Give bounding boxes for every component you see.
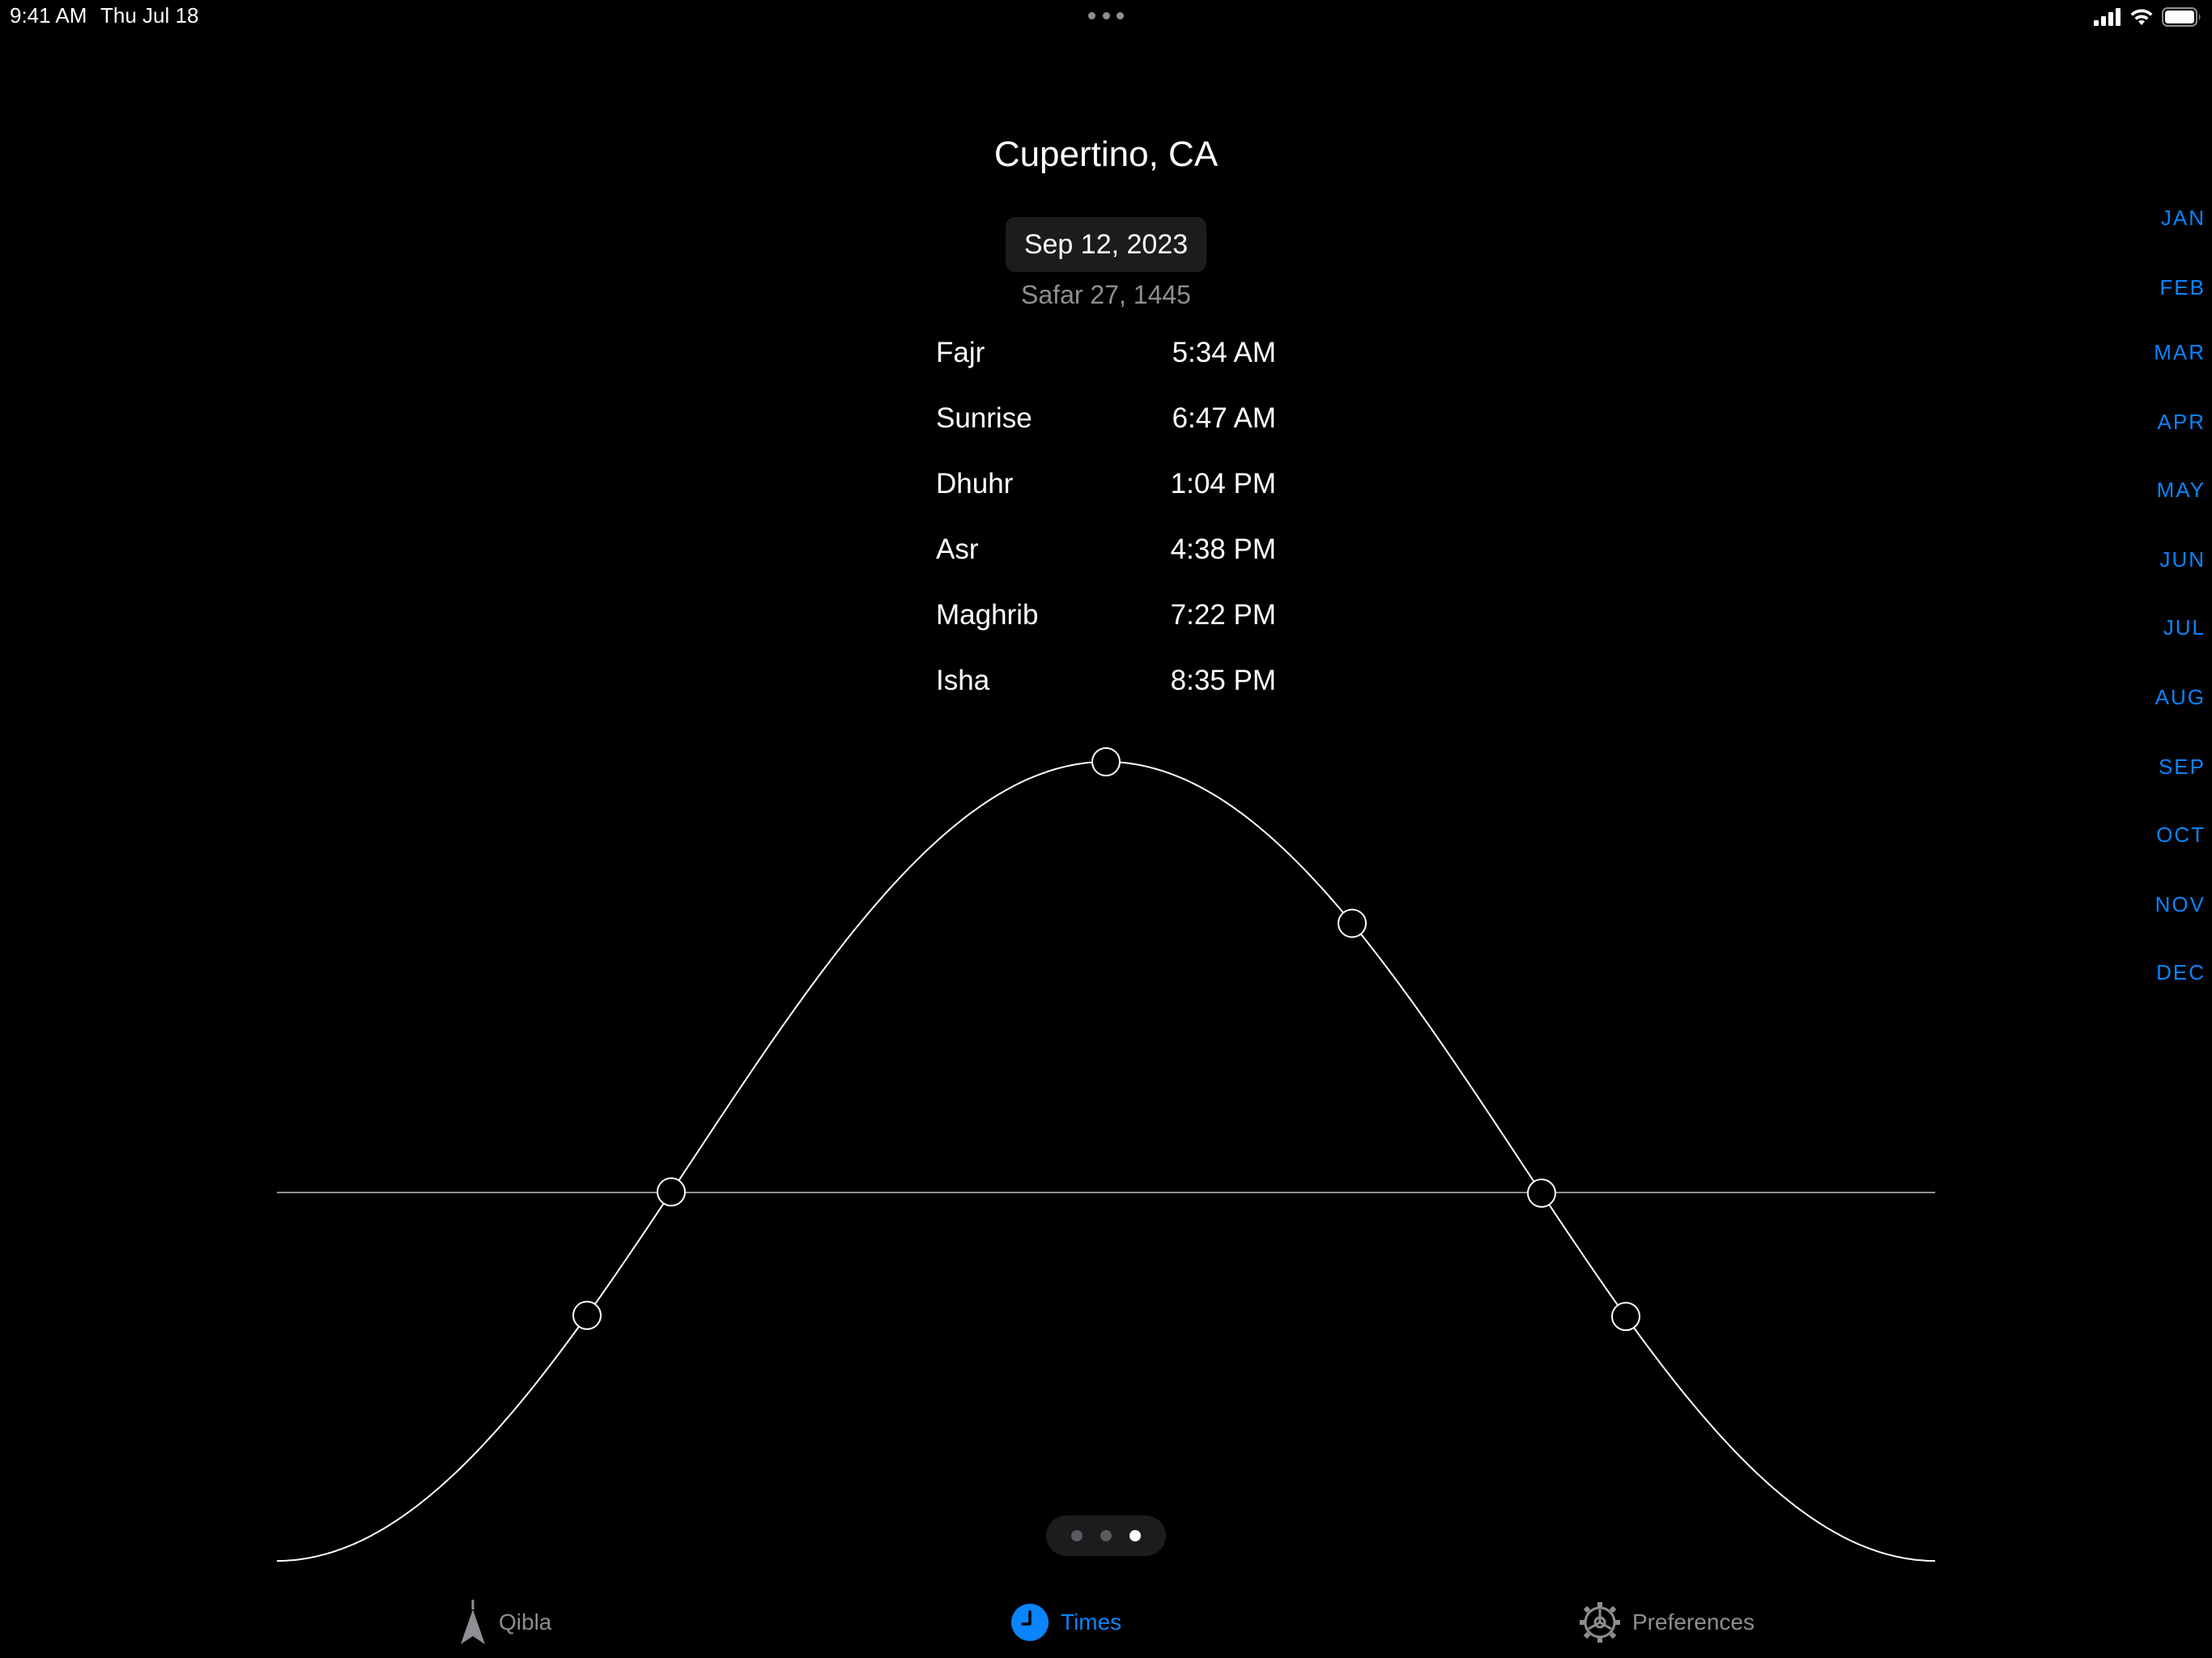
page-dot[interactable]: [1071, 1530, 1083, 1541]
prayer-marker-maghrib: [1527, 1178, 1556, 1208]
tab-preferences[interactable]: Preferences: [1579, 1598, 1755, 1647]
prayer-name: Maghrib: [936, 599, 1039, 631]
prayer-time: 7:22 PM: [1170, 599, 1276, 631]
sun-path-curve: [277, 761, 1935, 1562]
month-index-aug[interactable]: AUG: [2155, 685, 2206, 710]
prayer-markers: [572, 747, 1640, 1332]
tab-qibla[interactable]: Qibla: [458, 1598, 551, 1647]
status-date: Thu Jul 18: [100, 3, 199, 28]
month-index-dec[interactable]: DEC: [2156, 960, 2206, 985]
prayer-time: 1:04 PM: [1170, 468, 1276, 500]
gear-icon: [1580, 1602, 1620, 1643]
page-dot[interactable]: [1100, 1530, 1112, 1541]
tab-qibla-label: Qibla: [499, 1609, 552, 1635]
month-index-sep[interactable]: SEP: [2159, 755, 2206, 780]
prayer-name: Dhuhr: [936, 468, 1014, 500]
prayer-time: 8:35 PM: [1170, 665, 1276, 696]
prayer-row-fajr: Fajr 5:34 AM: [936, 330, 1276, 396]
tab-preferences-label: Preferences: [1632, 1609, 1755, 1635]
prayer-row-sunrise: Sunrise 6:47 AM: [936, 396, 1276, 461]
month-index-nov[interactable]: NOV: [2155, 892, 2206, 917]
hijri-date: Safar 27, 1445: [1021, 280, 1191, 309]
multitasking-menu-icon[interactable]: [1088, 11, 1124, 20]
location-title: Cupertino, CA: [993, 134, 1219, 174]
prayer-name: Asr: [936, 534, 979, 565]
prayer-marker-dhuhr: [1091, 747, 1121, 776]
prayer-row-isha: Isha 8:35 PM: [936, 658, 1276, 724]
month-index-apr[interactable]: APR: [2158, 410, 2206, 435]
month-index-feb[interactable]: FEB: [2159, 275, 2206, 300]
prayer-name: Fajr: [936, 337, 985, 368]
page-dot-active[interactable]: [1129, 1530, 1141, 1541]
prayer-times-list: Fajr 5:34 AM Sunrise 6:47 AM Dhuhr 1:04 …: [936, 330, 1276, 724]
status-icons: [2094, 5, 2202, 29]
date-picker-button[interactable]: Sep 12, 2023: [1006, 217, 1206, 272]
prayer-time: 5:34 AM: [1172, 337, 1276, 368]
prayer-marker-sunrise: [657, 1177, 686, 1207]
month-index-jul[interactable]: JUL: [2163, 615, 2206, 640]
month-index-oct[interactable]: OCT: [2156, 823, 2206, 848]
prayer-marker-fajr: [572, 1300, 602, 1330]
clock-icon: [1011, 1604, 1049, 1641]
month-index-mar[interactable]: MAR: [2154, 340, 2206, 365]
cellular-signal-icon: [2094, 8, 2121, 26]
month-index-may[interactable]: MAY: [2157, 478, 2206, 503]
page-control[interactable]: [1046, 1516, 1166, 1556]
tab-bar: Qibla Times Preferences: [0, 1587, 2212, 1658]
prayer-name: Isha: [936, 665, 990, 696]
wifi-icon: [2130, 9, 2153, 25]
prayer-marker-asr: [1338, 908, 1367, 938]
prayer-row-asr: Asr 4:38 PM: [936, 527, 1276, 593]
prayer-time: 4:38 PM: [1170, 534, 1276, 565]
month-index-jan[interactable]: JAN: [2161, 206, 2206, 231]
month-index-jun[interactable]: JUN: [2159, 547, 2206, 572]
prayer-marker-isha: [1611, 1302, 1640, 1332]
prayer-row-dhuhr: Dhuhr 1:04 PM: [936, 461, 1276, 527]
prayer-row-maghrib: Maghrib 7:22 PM: [936, 593, 1276, 658]
prayer-name: Sunrise: [936, 402, 1032, 434]
app-screen: 9:41 AM Thu Jul 18 Cupertino, CA Sep 12,…: [0, 0, 2212, 1658]
tab-times-label: Times: [1061, 1609, 1122, 1635]
tab-times[interactable]: Times: [1010, 1598, 1121, 1647]
status-bar: 9:41 AM Thu Jul 18: [0, 0, 2212, 34]
battery-icon: [2162, 7, 2201, 27]
prayer-time: 6:47 AM: [1172, 402, 1276, 434]
compass-arrow-icon: [461, 1600, 485, 1644]
status-time: 9:41 AM: [10, 3, 87, 28]
